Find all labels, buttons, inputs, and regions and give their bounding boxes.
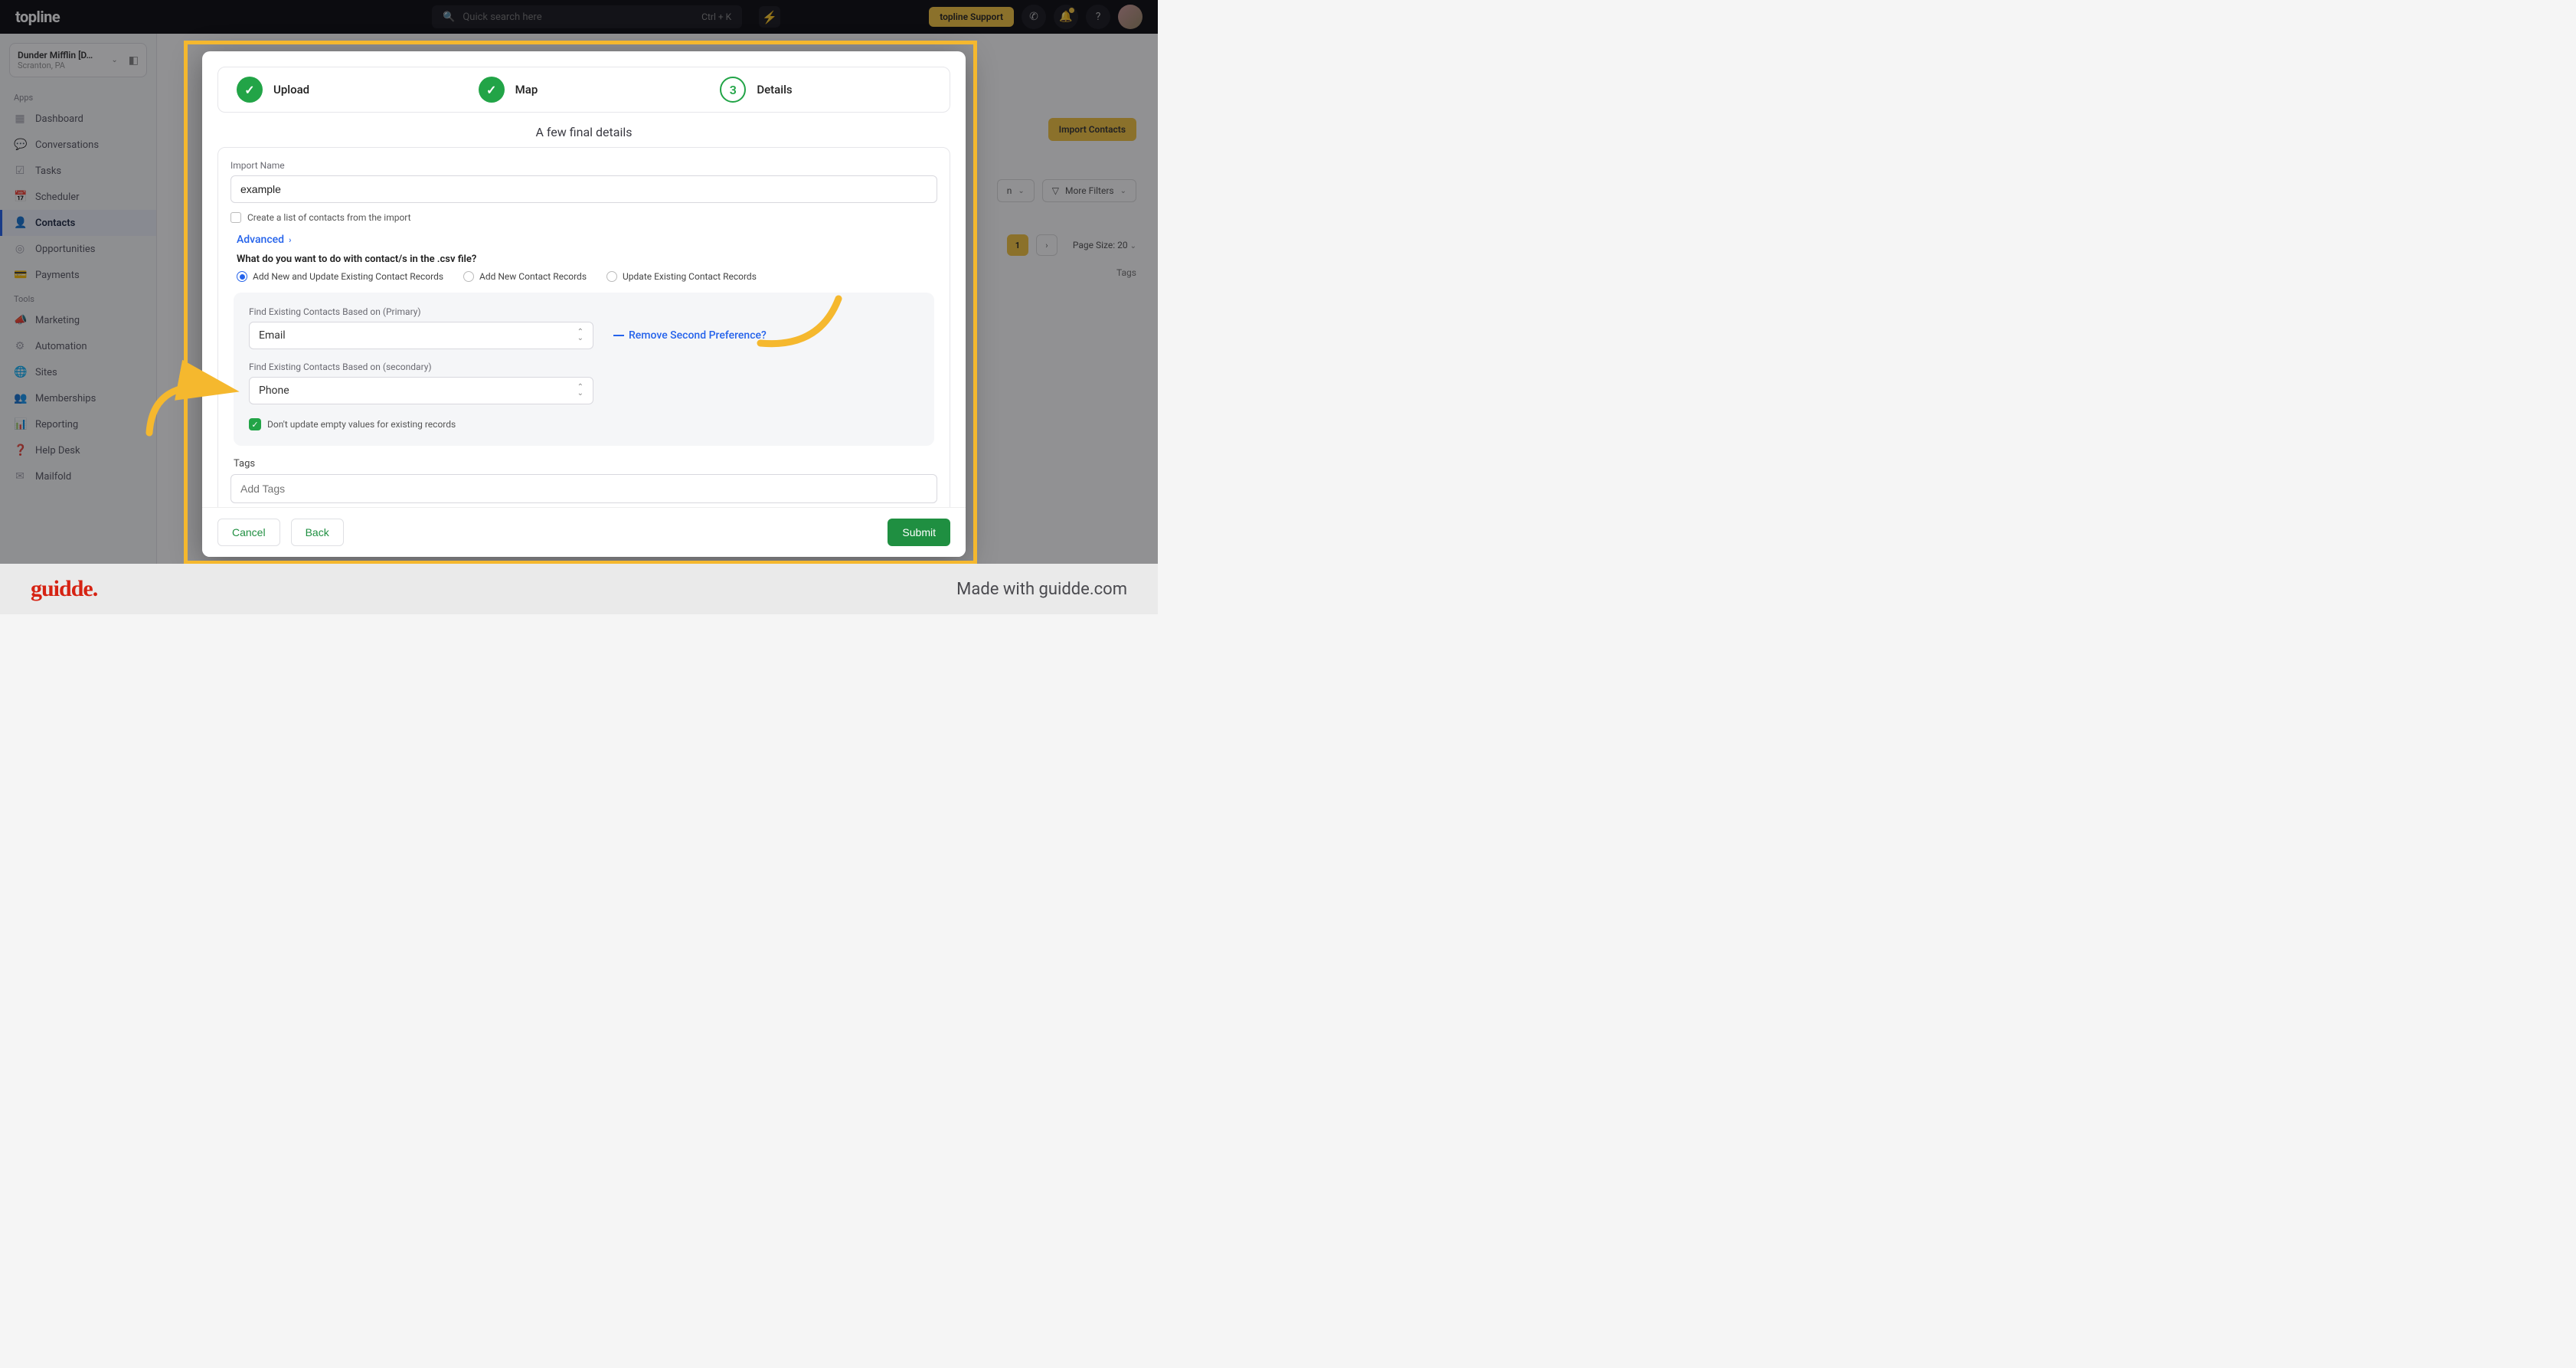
checkbox-icon [230,212,241,223]
advanced-toggle[interactable]: Advanced › [237,234,937,246]
radio-add-new[interactable]: Add New Contact Records [463,271,587,282]
select-caret-icon: ⌃⌄ [577,329,584,342]
guidde-footer: guidde. Made with guidde.com [0,564,1158,614]
create-list-checkbox-row[interactable]: Create a list of contacts from the impor… [230,212,937,223]
modal-body: Import Name Create a list of contacts fr… [202,147,966,507]
radio-icon [606,271,617,282]
guidde-logo: guidde. [31,576,97,602]
made-with-text: Made with guidde.com [956,580,1127,599]
check-icon: ✓ [237,77,263,103]
step-number: 3 [720,77,746,103]
radio-icon [463,271,474,282]
chevron-right-icon: › [289,235,291,245]
minus-icon [613,335,624,336]
modal-subtitle: A few final details [202,125,966,139]
step-details: 3 Details [720,77,931,103]
details-panel: Import Name Create a list of contacts fr… [217,147,950,507]
radio-group: Add New and Update Existing Contact Reco… [237,271,937,282]
primary-select[interactable]: Email ⌃⌄ [249,322,593,349]
modal-footer: Cancel Back Submit [202,507,966,557]
back-button[interactable]: Back [291,519,344,546]
radio-title: What do you want to do with contact/s in… [237,254,937,265]
cancel-button[interactable]: Cancel [217,519,280,546]
primary-label: Find Existing Contacts Based on (Primary… [249,306,919,317]
radio-update-existing[interactable]: Update Existing Contact Records [606,271,757,282]
step-map: ✓ Map [479,77,690,103]
submit-button[interactable]: Submit [888,519,950,546]
match-settings-box: Find Existing Contacts Based on (Primary… [234,293,934,446]
wizard-stepper: ✓ Upload ✓ Map 3 Details [217,67,950,113]
secondary-label: Find Existing Contacts Based on (seconda… [249,362,919,372]
secondary-select[interactable]: Phone ⌃⌄ [249,377,593,404]
radio-icon [237,271,247,282]
checkbox-checked-icon: ✓ [249,418,261,430]
tags-input[interactable] [230,474,937,503]
remove-second-link[interactable]: Remove Second Preference? [613,329,767,342]
import-details-modal: ✓ Upload ✓ Map 3 Details A few final det… [202,51,966,557]
radio-add-update[interactable]: Add New and Update Existing Contact Reco… [237,271,443,282]
check-icon: ✓ [479,77,505,103]
import-name-input[interactable] [230,175,937,203]
tags-label: Tags [234,458,937,470]
step-upload: ✓ Upload [237,77,448,103]
dont-update-checkbox[interactable]: ✓ Don't update empty values for existing… [249,418,919,430]
select-caret-icon: ⌃⌄ [577,385,584,397]
import-name-label: Import Name [230,160,937,171]
